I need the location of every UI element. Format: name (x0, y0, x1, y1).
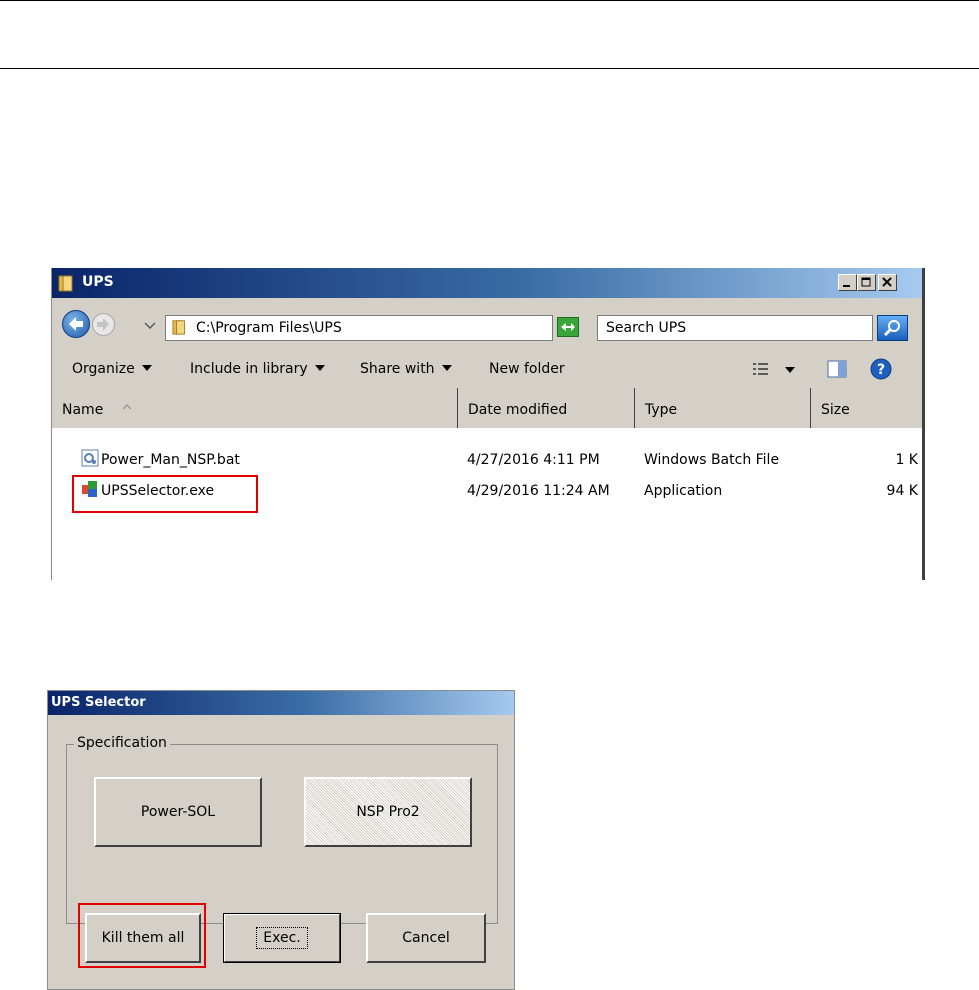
window-title: UPS (82, 274, 114, 290)
nsp-pro2-button[interactable]: NSP Pro2 (304, 777, 472, 847)
folder-icon (172, 320, 185, 335)
command-bar: Organize Include in library Share with N… (52, 348, 922, 388)
address-bar[interactable]: C:\Program Files\UPS (165, 315, 660, 341)
file-row[interactable]: Power_Man_NSP.bat 4/27/2016 4:11 PM Wind… (52, 445, 922, 475)
exec-button[interactable]: Exec. (223, 913, 341, 963)
forward-button[interactable] (92, 313, 115, 336)
address-path: C:\Program Files\UPS (196, 320, 342, 336)
new-folder-button[interactable]: New folder (489, 361, 565, 377)
help-icon[interactable]: ? (870, 358, 892, 380)
search-button[interactable] (877, 315, 908, 341)
organize-menu[interactable]: Organize (72, 361, 152, 377)
minimize-icon (843, 285, 850, 287)
search-placeholder: Search UPS (606, 320, 687, 336)
dialog-title: UPS Selector (51, 695, 146, 710)
navigation-bar: C:\Program Files\UPS Search UPS (52, 298, 922, 348)
ups-selector-dialog: UPS Selector Specification Power-SOL NSP… (47, 690, 515, 990)
file-date: 4/27/2016 4:11 PM (467, 452, 600, 468)
sort-ascending-icon (122, 404, 132, 410)
folder-icon (58, 275, 73, 292)
arrow-right-icon (97, 318, 109, 331)
column-size[interactable]: Size (811, 388, 922, 428)
svg-text:?: ? (877, 362, 885, 378)
chevron-down-icon (441, 365, 452, 371)
specification-label: Specification (74, 735, 170, 751)
power-sol-button[interactable]: Power-SOL (94, 777, 262, 847)
preview-pane-icon[interactable] (827, 360, 847, 378)
file-type: Windows Batch File (644, 452, 780, 468)
highlight-box-kill-them-all (78, 903, 206, 968)
header-rule (0, 68, 979, 69)
highlight-box-upsselector (72, 475, 258, 513)
back-button[interactable] (62, 310, 90, 338)
column-date-modified[interactable]: Date modified (458, 388, 635, 428)
batch-file-icon (81, 449, 99, 467)
maximize-icon (861, 277, 871, 287)
column-name[interactable]: Name (52, 388, 458, 428)
view-options-dropdown-icon[interactable] (785, 367, 795, 373)
explorer-titlebar[interactable]: UPS (52, 268, 922, 298)
close-icon (882, 277, 892, 287)
top-rule (0, 0, 979, 1)
view-options-icon[interactable] (752, 361, 770, 377)
file-size: 94 K (886, 483, 918, 499)
include-in-library-menu[interactable]: Include in library (190, 361, 325, 377)
file-type: Application (644, 483, 723, 499)
minimize-button[interactable] (838, 274, 857, 291)
column-header-row: Name Date modified Type Size (52, 388, 922, 428)
refresh-button[interactable] (557, 317, 579, 337)
chevron-down-icon (314, 365, 325, 371)
maximize-button[interactable] (857, 274, 876, 291)
explorer-window: UPS C:\Program Files\UPS Search UPS Orga… (51, 268, 925, 580)
refresh-icon (561, 323, 575, 331)
file-date: 4/29/2016 11:24 AM (467, 483, 610, 499)
recent-pages-chevron-icon[interactable] (144, 321, 156, 331)
cancel-button[interactable]: Cancel (366, 913, 486, 963)
chevron-down-icon (141, 365, 152, 371)
dialog-titlebar[interactable]: UPS Selector (48, 691, 514, 715)
column-type[interactable]: Type (635, 388, 811, 428)
arrow-left-icon (69, 317, 83, 331)
file-name: Power_Man_NSP.bat (101, 452, 240, 468)
file-size: 1 K (895, 452, 918, 468)
search-input[interactable]: Search UPS (597, 315, 873, 341)
search-icon (883, 320, 900, 337)
share-with-menu[interactable]: Share with (360, 361, 452, 377)
close-button[interactable] (878, 274, 897, 291)
